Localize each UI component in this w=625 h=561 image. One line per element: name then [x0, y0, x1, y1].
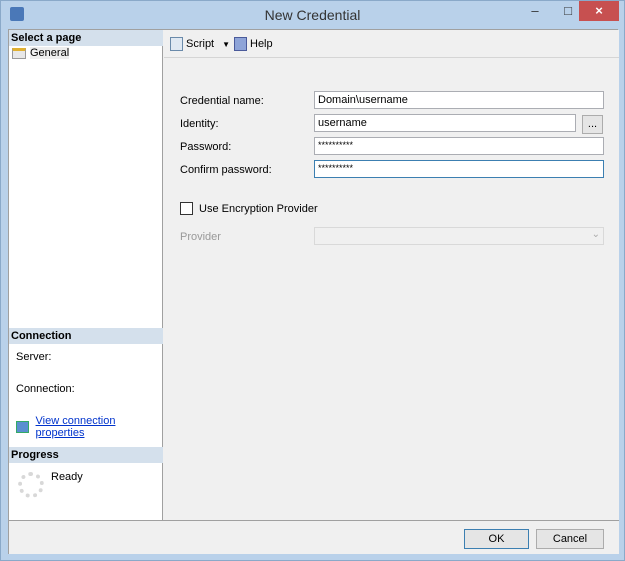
confirm-password-label: Confirm password:: [180, 164, 272, 176]
select-page-header: Select a page: [9, 30, 163, 46]
connection-label: Connection:: [16, 383, 75, 395]
chevron-down-icon: ⌄: [591, 229, 600, 240]
progress-header: Progress: [9, 447, 163, 463]
page-general[interactable]: General: [12, 46, 70, 60]
password-input[interactable]: **********: [314, 137, 604, 155]
password-label: Password:: [180, 141, 232, 153]
script-label: Script: [186, 38, 215, 50]
identity-input[interactable]: username: [314, 114, 576, 132]
connection-header: Connection: [9, 328, 163, 344]
provider-select: ⌄: [314, 227, 604, 245]
close-button[interactable]: ×: [579, 1, 619, 21]
page-general-label: General: [30, 47, 70, 59]
identity-browse-button[interactable]: ...: [582, 115, 603, 134]
page-icon: [12, 47, 26, 59]
script-dropdown-icon[interactable]: ▼: [222, 40, 230, 49]
view-connection-properties-link[interactable]: View connection properties: [16, 415, 162, 439]
help-button[interactable]: Help: [234, 37, 273, 51]
cancel-button[interactable]: Cancel: [536, 529, 604, 549]
provider-label: Provider: [180, 231, 221, 243]
script-icon: [170, 37, 183, 51]
button-bar: OK Cancel: [9, 520, 619, 554]
title-bar: New Credential – □ ×: [1, 1, 624, 29]
maximize-button[interactable]: □: [556, 1, 580, 21]
credential-name-input[interactable]: Domain\username: [314, 91, 604, 109]
progress-status: Ready: [51, 471, 83, 483]
identity-label: Identity:: [180, 118, 219, 130]
toolbar: Script ▼ Help: [164, 30, 619, 58]
use-encryption-checkbox[interactable]: [180, 202, 193, 215]
help-label: Help: [250, 38, 273, 50]
server-label: Server:: [16, 351, 52, 363]
sidebar: Select a page General Connection Server:…: [9, 30, 163, 520]
confirm-password-input[interactable]: **********: [314, 160, 604, 178]
script-button[interactable]: Script ▼: [170, 37, 230, 51]
credential-name-label: Credential name:: [180, 95, 264, 107]
dialog-client: Select a page General Connection Server:…: [8, 29, 619, 554]
use-encryption-label: Use Encryption Provider: [199, 203, 318, 215]
progress-spinner-icon: [18, 472, 44, 498]
dialog-window: New Credential – □ × Select a page Gener…: [0, 0, 625, 561]
ok-button[interactable]: OK: [464, 529, 529, 549]
help-icon: [234, 37, 247, 51]
main-panel: Script ▼ Help Credential name: Domain\us…: [164, 30, 619, 520]
connection-properties-icon: [16, 421, 29, 433]
view-connection-properties-label: View connection properties: [35, 415, 116, 439]
minimize-button[interactable]: –: [521, 1, 549, 21]
